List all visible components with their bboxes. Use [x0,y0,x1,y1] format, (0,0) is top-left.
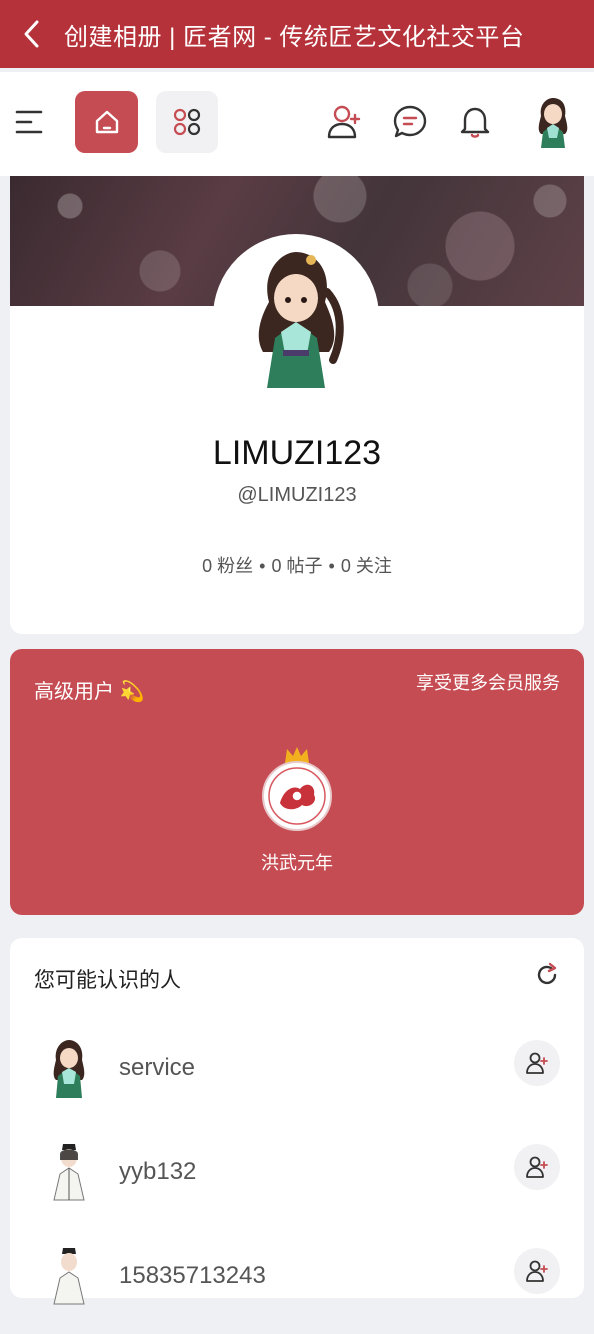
bell-icon [460,107,490,138]
chevron-left-icon [24,20,39,48]
avatar-icon [538,98,568,148]
people-you-may-know-card: 您可能认识的人 service yyb132 15835713243 [10,938,584,1305]
membership-badge-label: 洪武元年 [261,853,333,873]
add-friend-button[interactable] [514,1248,560,1294]
avatar-icon [258,252,344,388]
menu-button[interactable] [14,102,48,142]
avatar[interactable] [46,1244,92,1308]
membership-services-link[interactable]: 享受更多会员服务 [416,669,560,695]
avatar-icon [53,1248,85,1305]
profile-card: LIMUZI123 @LIMUZI123 0 粉丝 • 0 帖子 • 0 关注 [10,176,584,634]
stats-separator: • [259,556,266,576]
user-plus-icon [327,105,361,139]
membership-title: 高级用户 💫 [34,681,145,703]
top-navigation [0,72,594,176]
profile-stats: 0 粉丝 • 0 帖子 • 0 关注 [10,552,584,578]
person-name[interactable]: service [119,1054,195,1082]
avatar-icon [53,1040,85,1098]
user-plus-icon [526,1156,548,1178]
fans-count[interactable]: 0 粉丝 [202,556,253,576]
page-title: 创建相册 | 匠者网 - 传统匠艺文化社交平台 [64,23,525,51]
avatar[interactable] [46,1036,92,1100]
list-item[interactable]: service [10,1036,584,1126]
refresh-button[interactable] [534,962,560,988]
avatar[interactable] [46,1140,92,1204]
apps-grid-icon [173,108,201,136]
profile-handle: @LIMUZI123 [237,484,357,506]
avatar-icon [53,1144,85,1201]
user-plus-icon [526,1260,548,1282]
user-plus-icon [526,1052,548,1074]
home-icon [95,110,118,134]
membership-badge[interactable] [260,745,334,831]
following-count[interactable]: 0 关注 [341,556,392,576]
list-item[interactable]: yyb132 [10,1140,584,1230]
profile-avatar[interactable] [213,234,379,400]
list-item[interactable]: 15835713243 [10,1244,584,1334]
seal-icon [262,761,332,831]
add-friend-button[interactable] [514,1144,560,1190]
chat-icon [393,105,427,138]
home-button[interactable] [75,91,138,153]
refresh-icon [537,962,557,985]
title-bar: 创建相册 | 匠者网 - 传统匠艺文化社交平台 [0,0,594,68]
membership-card: 高级用户 💫 享受更多会员服务 洪武元年 [10,649,584,915]
stats-separator: • [328,556,335,576]
apps-button[interactable] [156,91,218,153]
notifications-button[interactable] [455,102,495,142]
posts-count[interactable]: 0 帖子 [271,556,322,576]
profile-name: LIMUZI123 [212,434,382,472]
menu-icon [15,110,43,134]
people-section-title: 您可能认识的人 [34,969,181,992]
add-friend-button[interactable] [514,1040,560,1086]
add-friend-button[interactable] [324,102,364,142]
user-avatar[interactable] [531,94,575,150]
messages-button[interactable] [390,102,430,142]
back-button[interactable] [0,0,64,68]
person-name[interactable]: 15835713243 [119,1262,266,1290]
person-name[interactable]: yyb132 [119,1158,196,1186]
